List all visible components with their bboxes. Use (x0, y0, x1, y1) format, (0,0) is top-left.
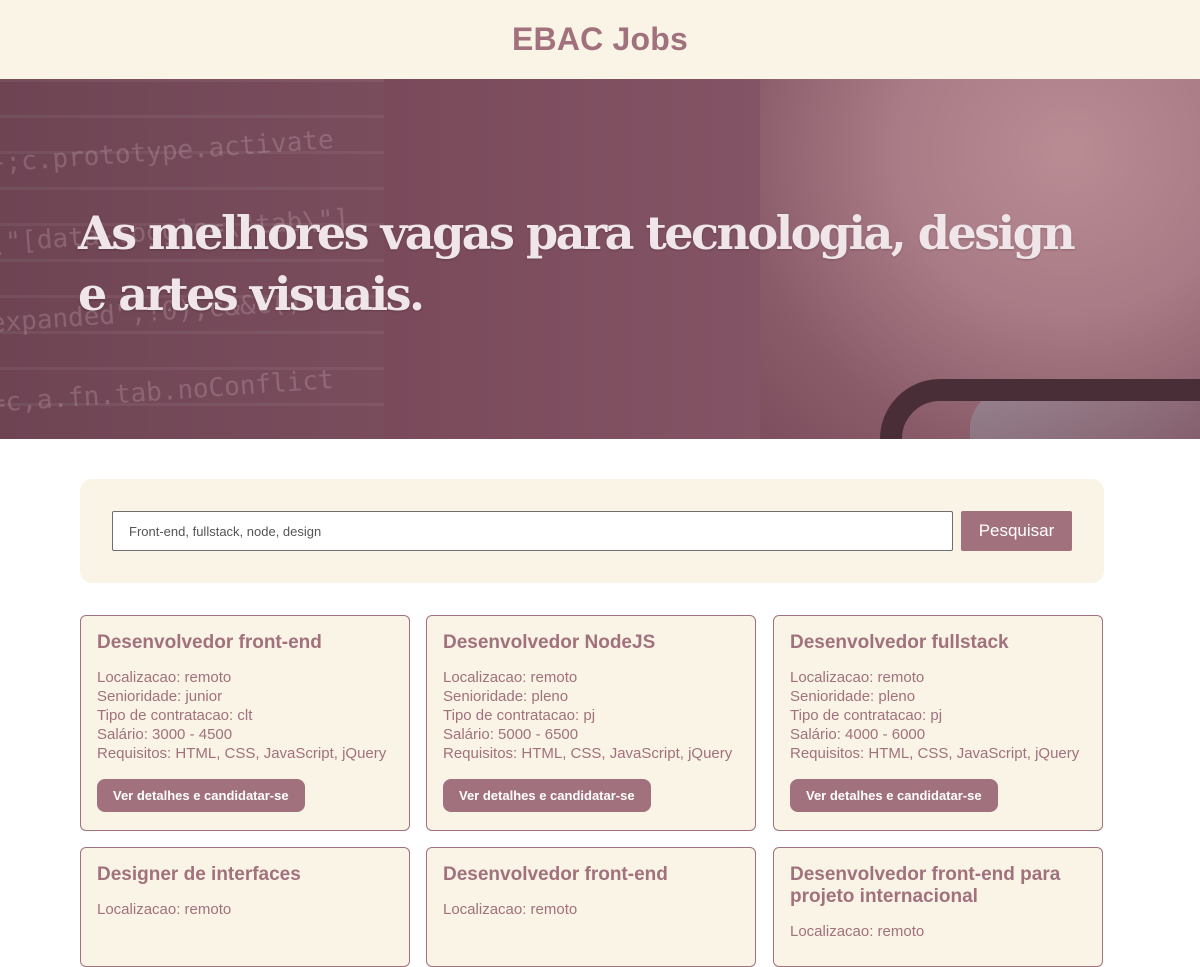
job-card: Desenvolvedor NodeJS Localizacao: remoto… (426, 615, 756, 831)
job-card: Desenvolvedor fullstack Localizacao: rem… (773, 615, 1103, 831)
job-location: Localizacao: remoto (790, 923, 925, 940)
job-title: Desenvolvedor front-end para projeto int… (790, 864, 1061, 907)
job-title: Desenvolvedor fullstack (790, 632, 1009, 653)
job-requirements: Requisitos: HTML, CSS, JavaScript, jQuer… (790, 745, 1080, 762)
search-button[interactable]: Pesquisar (961, 511, 1072, 551)
job-salary: Salário: 3000 - 4500 (97, 726, 233, 743)
job-seniority: Senioridade: junior (97, 688, 223, 705)
hero-headline: As melhores vagas para tecnologia, desig… (78, 206, 1076, 321)
job-location: Localizacao: remoto (97, 669, 232, 686)
job-location: Localizacao: remoto (443, 669, 578, 686)
job-info: Localizacao: remoto Senioridade: pleno T… (790, 668, 1086, 763)
apply-button[interactable]: Ver detalhes e candidatar-se (443, 779, 651, 812)
site-title[interactable]: EBAC Jobs (512, 21, 688, 58)
job-card: Desenvolvedor front-end Localizacao: rem… (80, 615, 410, 831)
job-info: Localizacao: remoto Senioridade: pleno T… (443, 668, 739, 763)
job-salary: Salário: 4000 - 6000 (790, 726, 926, 743)
job-card: Desenvolvedor front-end Localizacao: rem… (426, 847, 756, 967)
hero-banner: };c.prototype.activate ("[data-toggle=\"… (0, 79, 1200, 439)
job-contract-type: Tipo de contratacao: pj (790, 707, 943, 724)
job-card: Designer de interfaces Localizacao: remo… (80, 847, 410, 967)
apply-button[interactable]: Ver detalhes e candidatar-se (790, 779, 998, 812)
job-info: Localizacao: remoto (790, 922, 1086, 941)
search-panel: Front-end, fullstack, node, design Pesqu… (80, 479, 1104, 583)
search-input-placeholder: Front-end, fullstack, node, design (129, 523, 322, 539)
job-contract-type: Tipo de contratacao: clt (97, 707, 253, 724)
job-title: Desenvolvedor NodeJS (443, 632, 656, 653)
site-header: EBAC Jobs (0, 0, 1200, 79)
job-seniority: Senioridade: pleno (443, 688, 569, 705)
job-salary: Salário: 5000 - 6500 (443, 726, 579, 743)
job-title: Desenvolvedor front-end (443, 864, 668, 885)
job-card: Desenvolvedor front-end para projeto int… (773, 847, 1103, 967)
job-info: Localizacao: remoto Senioridade: junior … (97, 668, 393, 763)
job-contract-type: Tipo de contratacao: pj (443, 707, 596, 724)
job-seniority: Senioridade: pleno (790, 688, 916, 705)
job-requirements: Requisitos: HTML, CSS, JavaScript, jQuer… (97, 745, 387, 762)
job-requirements: Requisitos: HTML, CSS, JavaScript, jQuer… (443, 745, 733, 762)
glasses-frame (880, 379, 1200, 439)
job-title: Designer de interfaces (97, 864, 301, 885)
search-input[interactable]: Front-end, fullstack, node, design (112, 511, 953, 551)
apply-button[interactable]: Ver detalhes e candidatar-se (97, 779, 305, 812)
job-location: Localizacao: remoto (790, 669, 925, 686)
job-title: Desenvolvedor front-end (97, 632, 322, 653)
